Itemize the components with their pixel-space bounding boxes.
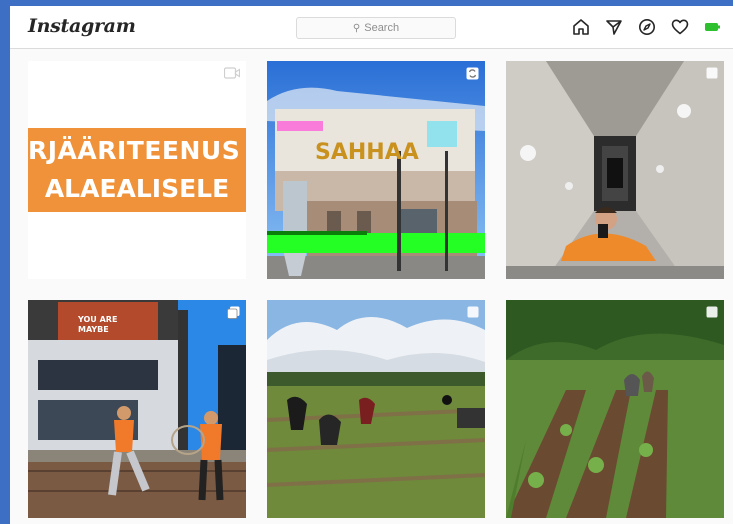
post-tile[interactable] [267,300,485,518]
banner-line-2: ALAEALISELE [44,174,230,203]
building-photo: SAHHAA [267,61,485,279]
direct-icon[interactable] [604,17,624,37]
poster-text: YOU ARE [77,315,117,324]
crop-rows-photo [506,300,724,518]
orange-banner: RJÄÄRITEENUS ALAEALISELE [28,128,246,212]
multiple-photos-icon [706,67,718,79]
browser-window: Instagram ⚲ Search RJÄÄRITEENUS ALAEALIS… [10,6,733,524]
banner-line-1: RJÄÄRITEENUS [28,136,241,165]
post-tile[interactable] [506,61,724,279]
top-navigation-bar: Instagram ⚲ Search [10,6,733,49]
home-icon[interactable] [571,17,591,37]
explore-icon[interactable] [637,17,657,37]
search-icon: ⚲ [352,23,361,34]
building-sign: SAHHAA [315,140,419,165]
battery-icon [703,17,723,37]
search-input[interactable]: ⚲ Search [296,17,456,39]
post-tile[interactable]: YOU ARE MAYBE [28,300,246,518]
post-tile[interactable]: SAHHAA [267,61,485,279]
instagram-logo[interactable]: Instagram [28,15,136,37]
post-tile[interactable]: RJÄÄRITEENUS ALAEALISELE [28,61,246,279]
tunnel-photo [506,61,724,279]
dancers-photo: YOU ARE MAYBE [28,300,246,518]
multiple-photos-icon [467,306,479,318]
carousel-icon [466,67,479,80]
nav-icons [571,16,723,38]
video-icon [224,67,240,79]
post-tile[interactable] [506,300,724,518]
multiple-photos-icon [227,306,240,319]
search-placeholder: Search [364,22,400,34]
poster-subtext: MAYBE [78,325,109,334]
field-workers-photo [267,300,485,518]
multiple-photos-icon [706,306,718,318]
activity-icon[interactable] [670,17,690,37]
